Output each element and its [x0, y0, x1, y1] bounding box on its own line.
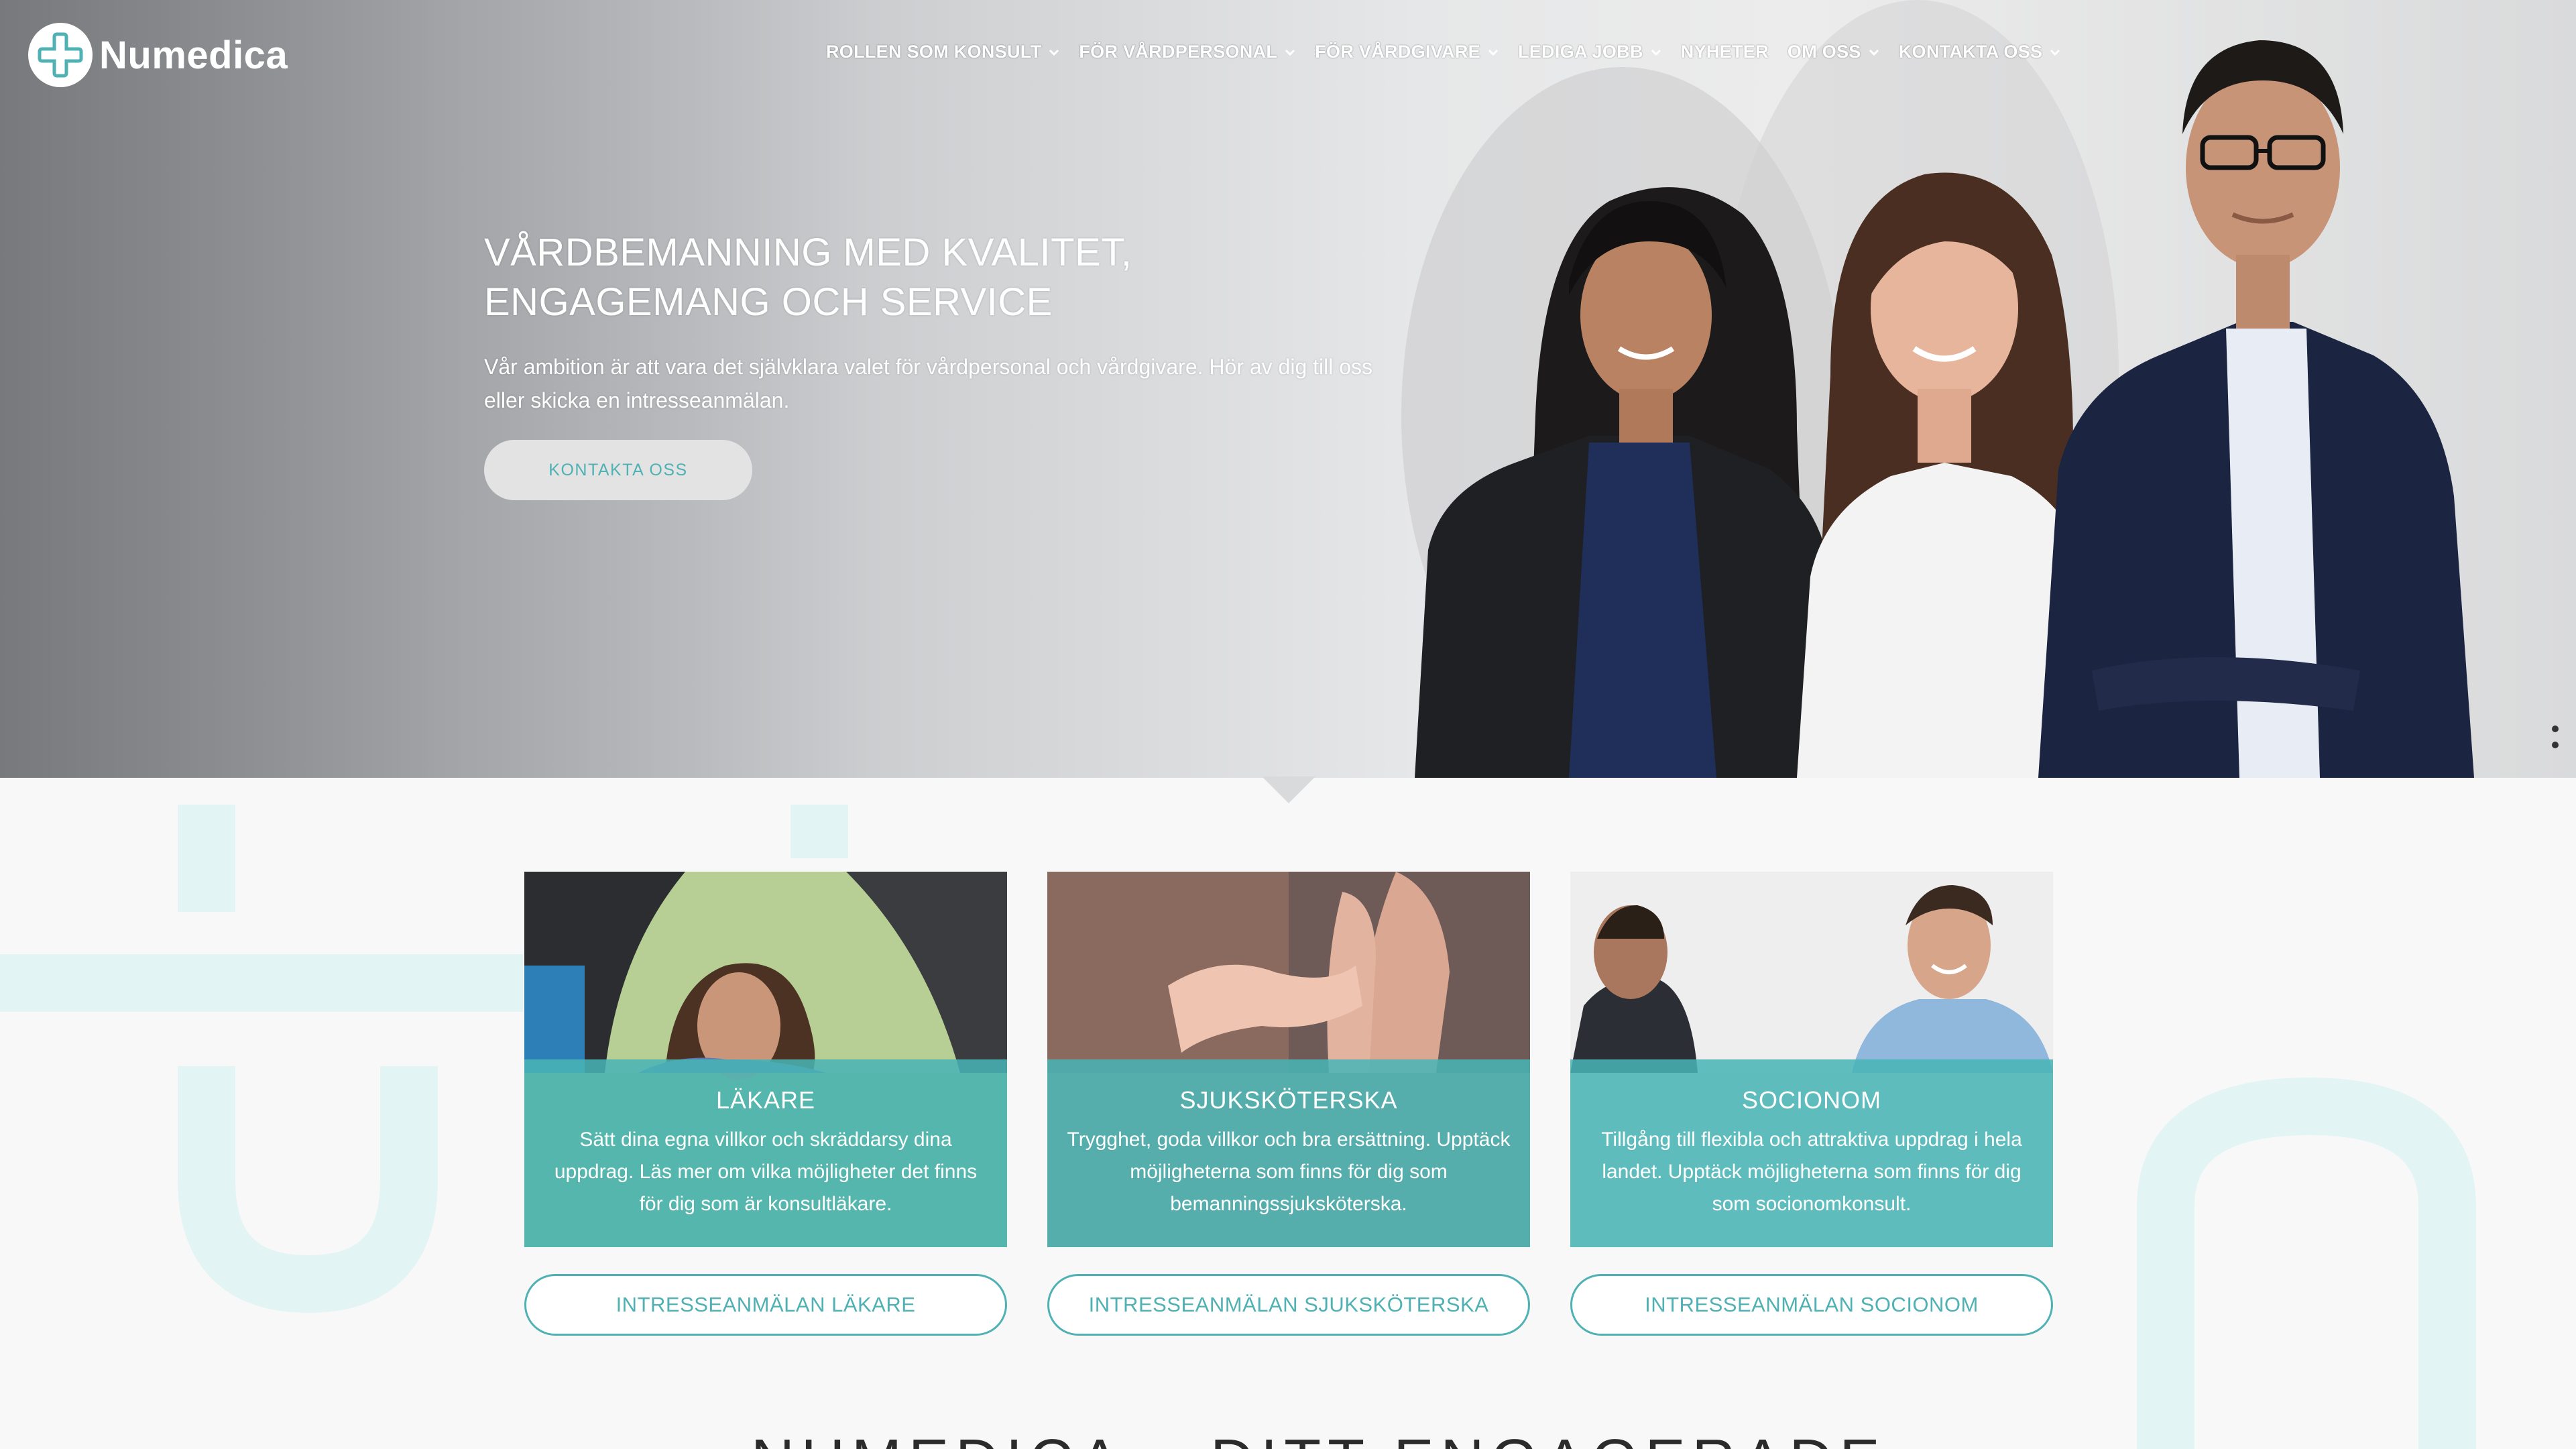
chevron-down-icon [1869, 49, 1879, 56]
hero-title: VÅRDBEMANNING MED KVALITET, ENGAGEMANG O… [484, 231, 1132, 324]
nav-item-kontakta-oss[interactable]: KONTAKTA OSS [1899, 42, 2062, 62]
nav-item-label: KONTAKTA OSS [1898, 42, 2043, 62]
card-socionom-tile[interactable]: SOCIONOM Tillgång till flexibla och attr… [1570, 872, 2053, 1247]
nav-item-label: ROLLEN SOM KONSULT [826, 42, 1042, 62]
apply-sjukskoterska-button[interactable]: INTRESSEANMÄLAN SJUKSKÖTERSKA [1047, 1274, 1530, 1336]
card-sjukskoterska-tile[interactable]: SJUKSKÖTERSKA Trygghet, goda villkor och… [1047, 872, 1530, 1247]
nav-item-lediga-jobb[interactable]: LEDIGA JOBB [1518, 42, 1662, 62]
card-title: SJUKSKÖTERSKA [1179, 1086, 1398, 1114]
hero-notch [1262, 776, 1315, 803]
card-lakare: LÄKARE Sätt dina egna villkor och skrädd… [524, 872, 1007, 1336]
card-socionom: SOCIONOM Tillgång till flexibla och attr… [1570, 872, 2053, 1336]
contact-us-button[interactable]: KONTAKTA OSS [484, 440, 752, 500]
hero-banner: Numedica ROLLEN SOM KONSULT FÖR VÅRDPERS… [0, 0, 2576, 778]
card-lakare-tile[interactable]: LÄKARE Sätt dina egna villkor och skrädd… [524, 872, 1007, 1247]
nav-item-om-oss[interactable]: OM OSS [1788, 42, 1880, 62]
chevron-down-icon [1488, 49, 1498, 56]
chevron-down-icon [1651, 49, 1661, 56]
nav-item-label: NYHETER [1680, 42, 1769, 62]
nav-item-label: FÖR VÅRDPERSONAL [1079, 42, 1278, 62]
slider-dots [2552, 726, 2559, 758]
person-man-right [2038, 40, 2474, 778]
card-sjukskoterska: SJUKSKÖTERSKA Trygghet, goda villkor och… [1047, 872, 1530, 1336]
apply-socionom-button[interactable]: INTRESSEANMÄLAN SOCIONOM [1570, 1274, 2053, 1336]
apply-lakare-button[interactable]: INTRESSEANMÄLAN LÄKARE [524, 1274, 1007, 1336]
nav-item-rollen-som-konsult[interactable]: ROLLEN SOM KONSULT [826, 42, 1060, 62]
nav-item-for-vardgivare[interactable]: FÖR VÅRDGIVARE [1315, 42, 1499, 62]
logo[interactable]: Numedica [28, 23, 288, 87]
nav-item-label: FÖR VÅRDGIVARE [1315, 42, 1480, 62]
card-title: LÄKARE [715, 1086, 816, 1114]
nav-item-label: OM OSS [1787, 42, 1861, 62]
card-lakare-overlay: LÄKARE Sätt dina egna villkor och skrädd… [524, 1059, 1007, 1247]
slider-dot[interactable] [2552, 742, 2559, 748]
card-sjukskoterska-overlay: SJUKSKÖTERSKA Trygghet, goda villkor och… [1047, 1059, 1530, 1247]
role-cards: LÄKARE Sätt dina egna villkor och skrädd… [524, 872, 2093, 1336]
nav-item-for-vardpersonal[interactable]: FÖR VÅRDPERSONAL [1079, 42, 1296, 62]
card-text: Trygghet, goda villkor och bra ersättnin… [1067, 1128, 1511, 1215]
card-text: Sätt dina egna villkor och skräddarsy di… [554, 1128, 978, 1215]
main-nav: ROLLEN SOM KONSULT FÖR VÅRDPERSONAL FÖR … [826, 42, 2080, 62]
chevron-down-icon [1049, 49, 1059, 56]
card-title: SOCIONOM [1741, 1086, 1881, 1114]
section-heading: NUMEDICA – DITT ENGAGERADE [751, 1427, 1887, 1449]
chevron-down-icon [2050, 49, 2060, 56]
card-socionom-overlay: SOCIONOM Tillgång till flexibla och attr… [1570, 1059, 2053, 1247]
chevron-down-icon [1285, 49, 1295, 56]
slider-dot[interactable] [2552, 726, 2559, 732]
nav-item-nyheter[interactable]: NYHETER [1681, 42, 1769, 62]
hero-team-photo [1401, 0, 2474, 778]
medical-cross-icon [28, 23, 93, 87]
card-text: Tillgång till flexibla och attraktiva up… [1601, 1128, 2022, 1215]
logo-wordmark: Numedica [99, 33, 288, 77]
hero-subtitle: Vår ambition är att vara det självklara … [484, 355, 1373, 412]
nav-item-label: LEDIGA JOBB [1517, 42, 1643, 62]
